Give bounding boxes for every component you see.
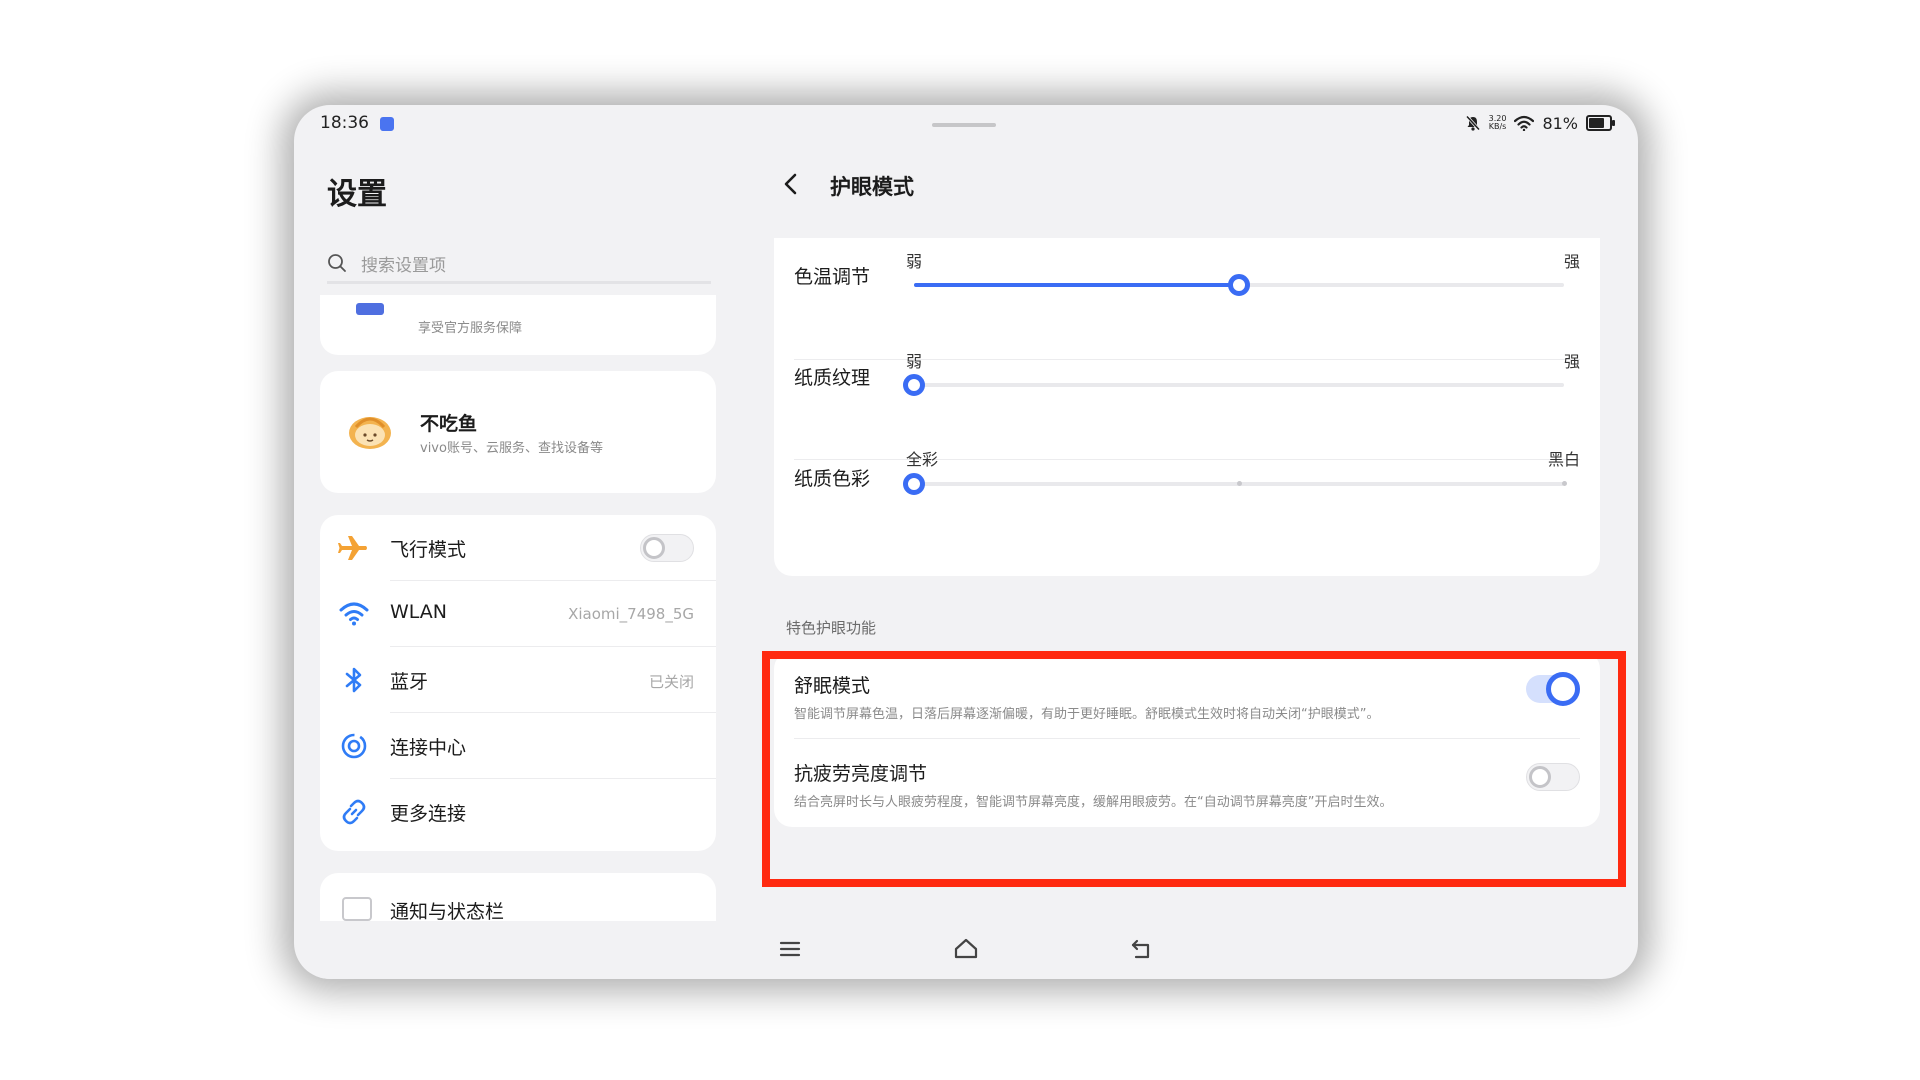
highlight-box (762, 651, 1626, 887)
wifi-icon (339, 602, 369, 626)
notification-bar-icon (342, 897, 372, 921)
account-card[interactable]: 不吃鱼 vivo账号、云服务、查找设备等 (320, 371, 716, 493)
mute-bell-icon (1465, 115, 1480, 131)
battery-icon (1586, 115, 1615, 131)
slider-row-color-temperature: 色温调节 弱 强 (774, 238, 1600, 360)
slider-max-label: 黑白 (1547, 450, 1580, 469)
airplane-toggle[interactable] (640, 534, 694, 562)
slider-step-mark (1236, 481, 1242, 486)
bluetooth-label: 蓝牙 (390, 671, 429, 693)
status-time: 18:36 (320, 113, 369, 133)
eye-care-sliders-card: 色温调节 弱 强 纸质纹理 弱 强 纸质色彩 全彩 黑白 (774, 238, 1600, 576)
settings-item-connection-center[interactable]: 连接中心 (320, 713, 716, 779)
slider-step-mark (1561, 481, 1567, 486)
slider-thumb[interactable] (903, 374, 925, 396)
slider-thumb[interactable] (903, 473, 925, 495)
section-label-featured: 特色护眼功能 (786, 619, 877, 637)
home-icon[interactable] (952, 935, 980, 963)
back-arrow-icon[interactable] (780, 169, 802, 199)
net-speed: 3.20 KB/s (1489, 115, 1507, 131)
settings-item-wlan[interactable]: WLAN Xiaomi_7498_5G (320, 581, 716, 647)
airplane-icon (338, 536, 367, 560)
window-handle[interactable] (932, 123, 996, 127)
slider-max-label: 强 (1563, 252, 1580, 271)
slider-track (914, 383, 1564, 387)
menu-icon[interactable] (776, 935, 804, 963)
bluetooth-icon (345, 667, 362, 693)
settings-item-more-connections[interactable]: 更多连接 (320, 779, 716, 845)
slider-thumb[interactable] (1228, 274, 1250, 296)
service-card[interactable]: 享受官方服务保障 (320, 295, 716, 355)
wlan-label: WLAN (390, 601, 448, 623)
notifications-label: 通知与状态栏 (390, 901, 505, 923)
tablet-screen: 18:36 3.20 KB/s 81% 设置 搜索设置项 享受官方服务保障 不吃… (294, 105, 1638, 979)
settings-item-airplane[interactable]: 飞行模式 (320, 515, 716, 581)
service-subtitle: 享受官方服务保障 (418, 321, 523, 336)
battery-percent: 81% (1542, 113, 1578, 133)
search-bar[interactable]: 搜索设置项 (327, 245, 711, 284)
bluetooth-value: 已关闭 (648, 673, 694, 691)
slider-min-label: 弱 (906, 252, 923, 271)
avatar (349, 417, 391, 449)
settings-item-bluetooth[interactable]: 蓝牙 已关闭 (320, 647, 716, 713)
slider-min-label: 全彩 (906, 450, 939, 469)
page-title: 护眼模式 (830, 175, 914, 199)
app-notification-icon (380, 117, 394, 131)
slider-row-paper-color: 纸质色彩 全彩 黑白 (774, 450, 1600, 582)
back-icon[interactable] (1128, 935, 1156, 963)
more-connections-label: 更多连接 (390, 803, 467, 825)
link-icon (342, 799, 366, 825)
paper-texture-label: 纸质纹理 (794, 367, 871, 389)
service-icon (356, 303, 384, 315)
wifi-icon (1514, 115, 1535, 131)
search-placeholder: 搜索设置项 (361, 255, 446, 276)
airplane-label: 飞行模式 (390, 539, 467, 561)
account-subtitle: vivo账号、云服务、查找设备等 (420, 441, 603, 456)
search-icon (328, 254, 346, 272)
connection-center-icon (341, 733, 367, 759)
connections-card: 飞行模式 WLAN Xiaomi_7498_5G 蓝牙 已关闭 连接中心 更多连… (320, 515, 716, 851)
list-clip (320, 921, 716, 979)
connection-center-label: 连接中心 (390, 737, 467, 759)
status-icons: 3.20 KB/s 81% (1465, 111, 1615, 135)
slider-min-label: 弱 (906, 352, 923, 371)
color-temperature-label: 色温调节 (794, 266, 871, 288)
slider-max-label: 强 (1563, 352, 1580, 371)
settings-title: 设置 (327, 177, 387, 212)
slider-fill (914, 283, 1239, 287)
net-speed-unit: KB/s (1488, 122, 1507, 131)
toggle-knob (643, 537, 665, 559)
paper-color-label: 纸质色彩 (794, 468, 871, 490)
wlan-value: Xiaomi_7498_5G (568, 605, 694, 623)
account-name: 不吃鱼 (420, 413, 478, 435)
